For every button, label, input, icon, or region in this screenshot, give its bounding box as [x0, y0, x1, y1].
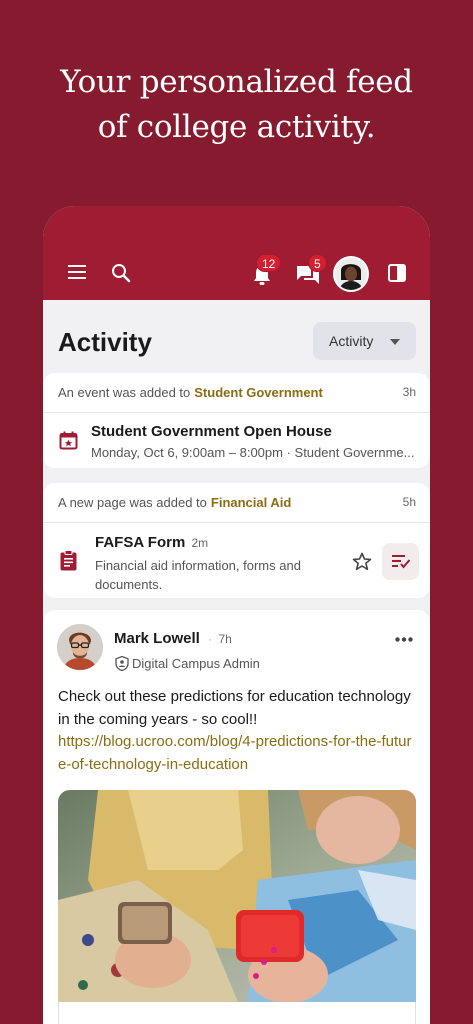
user-avatar[interactable] — [333, 256, 369, 292]
group-link[interactable]: Financial Aid — [211, 495, 291, 510]
messages-badge: 5 — [308, 254, 327, 272]
notifications-badge: 12 — [256, 254, 282, 272]
post-age: 7h — [218, 632, 232, 646]
page-title: Activity — [58, 327, 152, 357]
card-age: 5h — [402, 495, 416, 509]
activity-filter-dropdown[interactable]: Activity — [313, 322, 416, 360]
card-age: 3h — [402, 385, 416, 399]
card-header-prefix: An event was added to — [58, 385, 191, 400]
hamburger-icon[interactable] — [67, 264, 87, 280]
card-header-prefix: A new page was added to — [58, 495, 207, 510]
post-body: Check out these predictions for educatio… — [58, 688, 411, 728]
author-avatar[interactable] — [57, 624, 103, 670]
feed-card-page[interactable]: A new page was added to Financial Aid 5h … — [43, 483, 430, 598]
phone-frame: 12 5 Activity Activity An event was adde… — [43, 206, 430, 1024]
search-icon[interactable] — [111, 263, 131, 283]
calendar-star-icon — [59, 431, 78, 450]
page-age: 2m — [191, 536, 209, 550]
more-horizontal-icon[interactable] — [395, 637, 413, 642]
headline-line-1: Your personalized feed — [60, 64, 413, 100]
card-header: An event was added to Student Government — [58, 385, 378, 400]
feed-card-post[interactable]: Mark Lowell · 7h Digital Campus Admin Ch… — [43, 610, 430, 1024]
author-role: Digital Campus Admin — [132, 656, 260, 671]
event-title[interactable]: Student Government Open House — [91, 423, 332, 440]
page-description-line-2: documents. — [95, 577, 163, 592]
card-header: A new page was added to Financial Aid — [58, 495, 378, 510]
page-description: Financial aid information, forms and doc… — [95, 556, 301, 594]
page-name: FAFSA Form — [95, 534, 186, 551]
feed-card-event[interactable]: An event was added to Student Government … — [43, 373, 430, 468]
clipboard-icon — [60, 550, 77, 571]
page-title-link[interactable]: FAFSA Form 2m — [95, 534, 208, 551]
page-description-line-1: Financial aid information, forms and — [95, 558, 301, 573]
promo-headline: Your personalized feed of college activi… — [0, 60, 473, 150]
list-check-icon — [392, 555, 411, 569]
group-link[interactable]: Student Government — [194, 385, 323, 400]
add-to-list-button[interactable] — [382, 543, 419, 580]
link-preview-footer — [58, 1002, 416, 1024]
shield-user-icon — [115, 656, 129, 671]
post-author-line: Mark Lowell · 7h — [114, 630, 232, 648]
headline-line-2: of college activity. — [97, 109, 376, 145]
divider — [43, 522, 430, 523]
post-preview-image[interactable] — [58, 790, 416, 1002]
divider — [43, 412, 430, 413]
star-outline-icon[interactable] — [352, 552, 372, 571]
dot-separator: · — [208, 634, 212, 646]
filter-label: Activity — [329, 333, 374, 349]
app-topbar: 12 5 — [43, 206, 430, 300]
post-link[interactable]: https://blog.ucroo.com/blog/4-prediction… — [58, 731, 418, 776]
chevron-down-icon — [390, 339, 400, 345]
author-name[interactable]: Mark Lowell — [114, 630, 200, 647]
event-details: Monday, Oct 6, 9:00am – 8:00pm · Student… — [91, 445, 415, 460]
panel-toggle-icon[interactable] — [388, 264, 406, 282]
